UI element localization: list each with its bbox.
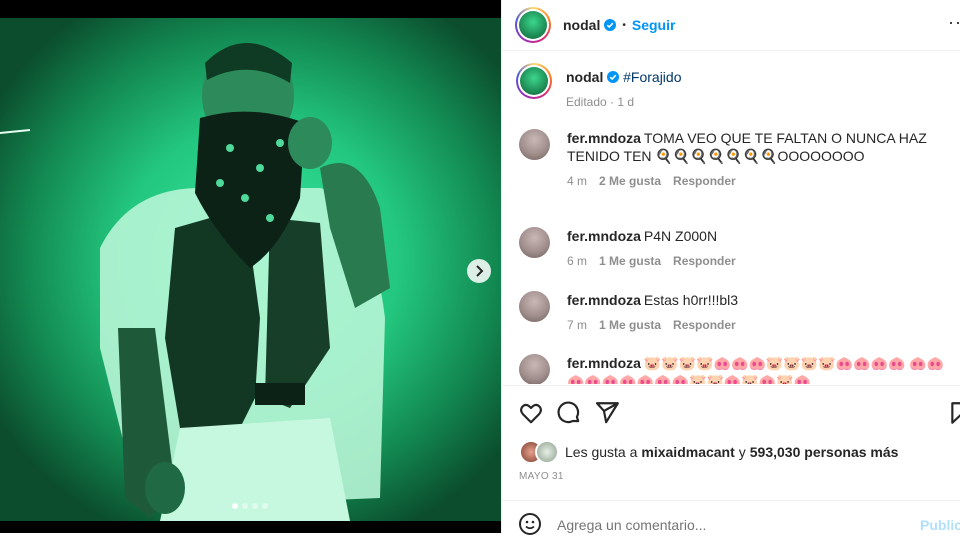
comment-avatar[interactable] xyxy=(519,291,550,322)
likes-count[interactable]: 593,030 personas más xyxy=(750,444,899,460)
follow-button[interactable]: Seguir xyxy=(632,17,676,33)
author-username[interactable]: nodal xyxy=(563,17,600,33)
likes-middle: y xyxy=(738,444,746,460)
add-comment-bar: Publicar xyxy=(502,500,960,536)
caption-username[interactable]: nodal xyxy=(566,69,603,85)
likes-user[interactable]: mixaidmacant xyxy=(641,444,734,460)
comment-time[interactable]: 6 m xyxy=(567,254,587,268)
reply-button[interactable]: Responder xyxy=(673,254,736,268)
carousel-dot[interactable] xyxy=(252,503,258,509)
post-photo xyxy=(0,0,501,533)
comment-likes[interactable]: 1 Me gusta xyxy=(599,254,661,268)
person-figure xyxy=(0,43,390,521)
comment-item: fer.mndoza 🐷🐷🐷🐷🐽🐽🐽🐷🐷🐷🐷🐽🐽🐽🐽 🐽🐽🐽🐽🐽🐽🐽🐽🐽🐷🐷🐽🐷🐽… xyxy=(519,354,947,384)
post-date[interactable]: MAYO 31 xyxy=(519,471,564,482)
comment-avatar[interactable] xyxy=(519,227,550,258)
emoji-icon[interactable] xyxy=(518,512,542,536)
chevron-right-icon xyxy=(476,265,484,277)
comment-item: fer.mndoza P4N Z000N 6 m 1 Me gusta Respond… xyxy=(519,227,947,270)
comment-username[interactable]: fer.mndoza xyxy=(567,228,641,244)
carousel-dot[interactable] xyxy=(242,503,248,509)
comment-username[interactable]: fer.mndoza xyxy=(567,292,641,308)
caption-meta: Editado · 1 d xyxy=(566,95,635,109)
likes-prefix: Les gusta a xyxy=(565,444,638,460)
comment-avatar[interactable] xyxy=(519,354,550,384)
carousel-dots xyxy=(232,503,268,509)
comment-text: Estas h0rr!!!bl3 xyxy=(643,292,739,308)
comment-text: P4N Z000N xyxy=(643,228,718,244)
comment-item: fer.mndoza Estas h0rr!!!bl3 7 m 1 Me gusta… xyxy=(519,291,947,334)
comment-likes[interactable]: 1 Me gusta xyxy=(599,318,661,332)
more-options-button[interactable]: ·· xyxy=(948,12,960,33)
save-icon[interactable] xyxy=(948,400,960,426)
carousel-dot[interactable] xyxy=(262,503,268,509)
comment-time[interactable]: 4 m xyxy=(567,174,587,188)
comment-avatar[interactable] xyxy=(519,129,550,160)
comment-item: fer.mndoza TOMA VEO QUE TE FALTAN O NUNCA… xyxy=(519,129,947,190)
comment-username[interactable]: fer.mndoza xyxy=(567,355,641,371)
comment-likes[interactable]: 2 Me gusta xyxy=(599,174,661,188)
author-avatar[interactable] xyxy=(515,7,551,43)
likes-summary: Les gusta a mixaidmacant y 593,030 perso… xyxy=(519,440,898,464)
caption-avatar[interactable] xyxy=(516,63,552,99)
comment-time[interactable]: 7 m xyxy=(567,318,587,332)
post-panel: nodal • Seguir ·· nodal #Forajido Editad… xyxy=(501,0,960,536)
post-header: nodal • Seguir ·· xyxy=(502,0,960,51)
reply-button[interactable]: Responder xyxy=(673,174,736,188)
comment-input[interactable] xyxy=(557,517,897,533)
comments-section: nodal #Forajido Editado · 1 d fer.mndoza… xyxy=(502,51,960,384)
reply-button[interactable]: Responder xyxy=(673,318,736,332)
heart-icon[interactable] xyxy=(518,400,544,426)
caption-hashtag[interactable]: #Forajido xyxy=(623,69,681,85)
comment-username[interactable]: fer.mndoza xyxy=(567,130,641,146)
separator-dot: • xyxy=(622,19,626,31)
post-actions: Les gusta a mixaidmacant y 593,030 perso… xyxy=(502,385,960,501)
verified-icon xyxy=(607,71,620,83)
carousel-dot[interactable] xyxy=(232,503,238,509)
share-icon[interactable] xyxy=(594,400,620,426)
publish-button[interactable]: Publicar xyxy=(920,517,960,533)
carousel-next-button[interactable] xyxy=(467,259,491,283)
comment-icon[interactable] xyxy=(556,400,582,426)
post-caption: nodal #Forajido Editado · 1 d xyxy=(516,63,682,109)
liker-avatar[interactable] xyxy=(535,440,559,464)
verified-icon xyxy=(604,19,617,31)
